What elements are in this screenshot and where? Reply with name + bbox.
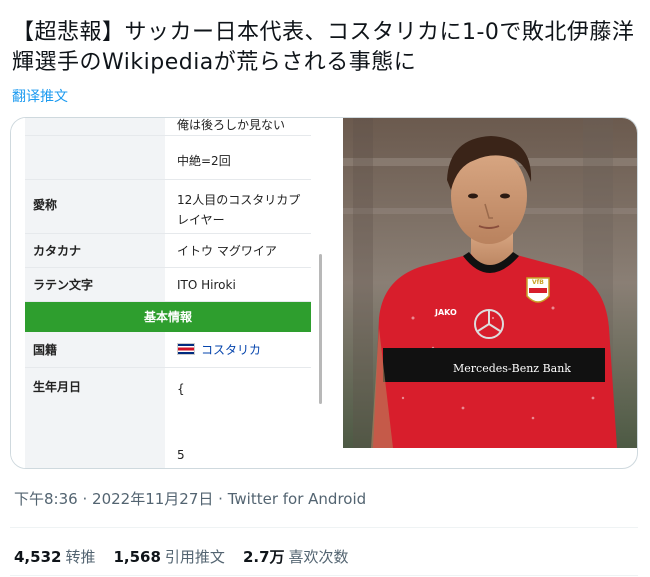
infobox-row: 生年月日 { 5 (25, 368, 311, 468)
tweet-timestamp: 下午8:36 · 2022年11月27日 · Twitter for Andro… (14, 488, 366, 509)
likes-count[interactable]: 2.7万 喜欢次数 (243, 546, 349, 567)
tweet-date[interactable]: 2022年11月27日 (92, 490, 213, 508)
infobox-key (25, 136, 165, 179)
separator: · (82, 490, 88, 508)
player-photo[interactable]: Mercedes-Benz Bank JAKO VfB (343, 118, 637, 448)
jersey-sponsor-text: Mercedes-Benz Bank (453, 362, 571, 375)
wikipedia-infobox-image[interactable]: 俺は後ろしか見ない 中絶=2回 愛称 12人目のコスタリカプレイヤー カタカナ … (11, 118, 329, 468)
divider (10, 575, 638, 576)
infobox-key: 国籍 (25, 332, 165, 367)
birth-value-line: { (177, 382, 185, 396)
tweet-text: 【超悲報】サッカー日本代表、コスタリカに1-0で敗北伊藤洋輝選手のWikiped… (12, 20, 635, 75)
translate-tweet-link[interactable]: 翻译推文 (12, 86, 68, 106)
infobox-key: カタカナ (25, 234, 165, 267)
scrollbar (319, 254, 322, 404)
tweet-source[interactable]: Twitter for Android (228, 490, 366, 508)
birth-value-line: 5 (177, 448, 185, 462)
separator: · (218, 490, 223, 508)
infobox-row: ラテン文字 ITO Hiroki (25, 268, 311, 302)
infobox-key (25, 118, 165, 135)
infobox-row: 国籍 コスタリカ (25, 332, 311, 368)
tweet-time[interactable]: 下午8:36 (14, 490, 78, 508)
infobox-value: { 5 (165, 368, 311, 468)
infobox-section-header: 基本情報 (25, 302, 311, 332)
quote-tweets-count[interactable]: 1,568 引用推文 (113, 546, 224, 567)
infobox-value: 中絶=2回 (177, 154, 231, 168)
infobox-row: カタカナ イトウ マグワイア (25, 234, 311, 268)
infobox-table: 俺は後ろしか見ない 中絶=2回 愛称 12人目のコスタリカプレイヤー カタカナ … (25, 118, 311, 468)
nationality-link[interactable]: コスタリカ (201, 343, 261, 357)
retweets-count[interactable]: 4,532 转推 (14, 546, 95, 567)
infobox-key: ラテン文字 (25, 268, 165, 301)
tweet-stats: 4,532 转推 1,568 引用推文 2.7万 喜欢次数 (14, 546, 349, 567)
infobox-row: 中絶=2回 (25, 136, 311, 180)
costa-rica-flag-icon (177, 343, 195, 355)
club-badge: VfB (532, 279, 544, 286)
infobox-row: 愛称 12人目のコスタリカプレイヤー (25, 180, 311, 234)
jersey-brand-text: JAKO (435, 308, 457, 317)
infobox-value: イトウ マグワイア (177, 244, 277, 258)
infobox-value: ITO Hiroki (177, 278, 236, 292)
divider (10, 527, 638, 528)
tweet-media-card[interactable]: 俺は後ろしか見ない 中絶=2回 愛称 12人目のコスタリカプレイヤー カタカナ … (10, 117, 638, 469)
infobox-value: 俺は後ろしか見ない (177, 118, 286, 132)
infobox-key: 愛称 (25, 180, 165, 233)
infobox-value: コスタリカ (165, 332, 311, 367)
infobox-key: 生年月日 (25, 368, 165, 468)
infobox-value: 12人目のコスタリカプレイヤー (177, 193, 301, 227)
infobox-row: 俺は後ろしか見ない (25, 118, 311, 136)
